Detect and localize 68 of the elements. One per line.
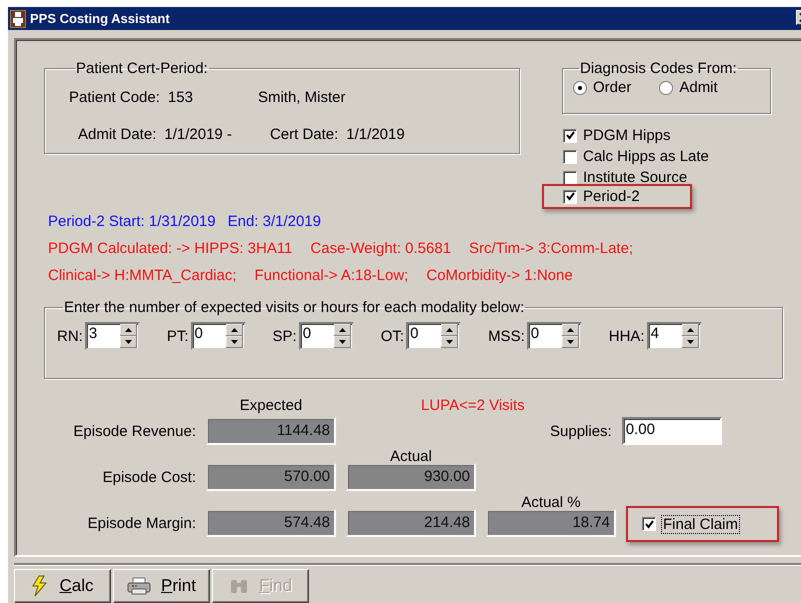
admit-date: 1/1/2019 - (164, 126, 232, 143)
spin-arrows-icon[interactable] (441, 324, 458, 348)
field-label: Cert Date: (270, 126, 338, 143)
group-title: Enter the number of expected visits or hours for each modality below: (63, 299, 526, 316)
field-label: SP: (272, 328, 297, 344)
number-spinner[interactable]: 0 (298, 322, 354, 350)
spin-arrows-icon[interactable] (682, 324, 699, 348)
number-spinner[interactable]: 0 (406, 322, 462, 350)
info-text: Case-Weight: 0.5681 (310, 240, 452, 258)
row-label: Episode Revenue: (72, 422, 196, 440)
group-title: Diagnosis Codes From: (579, 60, 738, 77)
value-field: 18.74 (486, 509, 616, 537)
number-spinner[interactable]: 0 (526, 322, 582, 350)
checkbox-option[interactable]: Final Claim (642, 516, 740, 532)
value-field: 1144.48 (206, 417, 336, 445)
field-label: HHA: (608, 328, 645, 344)
checkbox-option[interactable]: PDGM Hipps (563, 127, 671, 144)
field-label: PT: (166, 328, 189, 344)
column-header: Expected (238, 396, 304, 414)
spin-arrows-icon[interactable] (562, 324, 579, 348)
spin-arrows-icon[interactable] (334, 324, 351, 348)
lupa-note: LUPA<=2 Visits (420, 396, 526, 414)
checkbox-option[interactable]: Institute Source (563, 169, 688, 186)
field-label: OT: (380, 328, 404, 344)
check-icon (566, 131, 574, 140)
row-label: Episode Cost: (102, 468, 196, 486)
info-text: Period-2 Start: 1/31/2019 (48, 213, 216, 231)
radio-option[interactable]: Admit (659, 79, 718, 96)
value-field: 570.00 (206, 463, 336, 491)
info-text: Src/Tim-> 3:Comm-Late; (469, 240, 634, 258)
toolbar-button[interactable]: Print (113, 569, 210, 603)
cert-date: 1/1/2019 (346, 126, 405, 143)
field-label: Patient Code: (69, 89, 160, 106)
value-field: 214.48 (346, 509, 476, 537)
checkbox-option[interactable]: Calc Hipps as Late (563, 148, 709, 165)
info-text: PDGM Calculated: -> HIPPS: 3HA11 (48, 240, 292, 258)
patient-code: 153 (168, 89, 193, 106)
binoculars-icon (228, 578, 249, 594)
info-text: Clinical-> H:MMTA_Cardiac; (48, 267, 237, 285)
app-icon (10, 10, 26, 28)
column-header: Actual % (520, 494, 582, 511)
supplies-field[interactable]: 0.00 (622, 417, 722, 445)
info-text: Functional-> A:18-Low; (254, 267, 408, 285)
check-icon (644, 520, 654, 528)
column-header: Actual (389, 448, 433, 465)
spin-arrows-icon[interactable] (226, 324, 243, 348)
number-spinner[interactable]: 3 (84, 322, 140, 350)
value-field: 930.00 (346, 463, 476, 491)
field-label: MSS: (488, 328, 525, 344)
checkbox-option[interactable]: Period-2 (563, 188, 640, 205)
printer-icon (127, 577, 152, 595)
value-field: 574.48 (206, 509, 336, 537)
field-label: Admit Date: (78, 126, 156, 143)
spin-arrows-icon[interactable] (120, 324, 137, 348)
info-text: CoMorbidity-> 1:None (426, 267, 573, 285)
field-label: Supplies: (550, 422, 612, 440)
lightning-icon (31, 575, 50, 597)
check-icon (566, 192, 574, 201)
row-label: Episode Margin: (86, 514, 196, 532)
number-spinner[interactable]: 0 (190, 322, 246, 350)
info-text: End: 3/1/2019 (228, 213, 322, 231)
group-title: Patient Cert-Period: (75, 60, 209, 77)
field-label: RN: (57, 328, 83, 344)
window-title: PPS Costing Assistant (30, 11, 170, 26)
radio-option[interactable]: Order (573, 79, 632, 96)
patient-name: Smith, Mister (258, 89, 346, 106)
number-spinner[interactable]: 4 (646, 322, 702, 350)
toolbar-button[interactable]: Calc (14, 569, 111, 603)
